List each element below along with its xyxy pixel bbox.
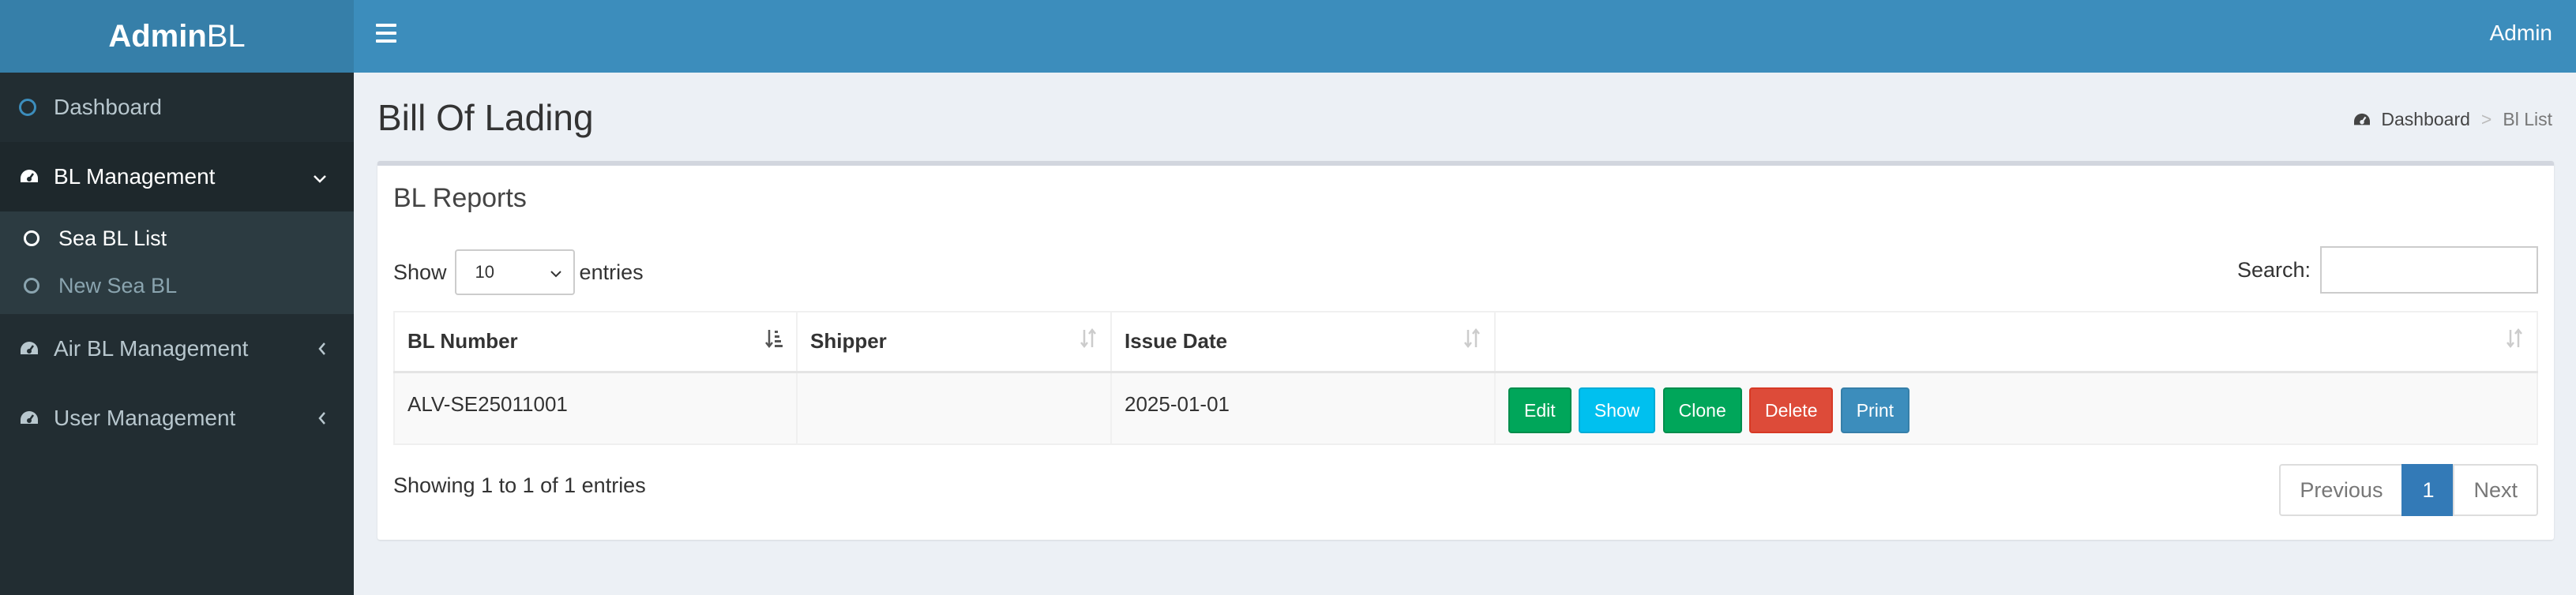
delete-button[interactable]: Delete (1749, 387, 1834, 433)
bl-table: BL Number Shipper Issue Date ALV-SE25011… (393, 311, 2538, 445)
subitem-label: New Sea BL (58, 273, 178, 298)
chevron-left-icon (317, 336, 327, 361)
dashboard-icon (19, 340, 54, 357)
cell-shipper (796, 371, 1112, 445)
box-title: BL Reports (393, 183, 527, 213)
content-header: Bill Of Lading Dashboard > Bl List (354, 73, 2576, 161)
cell-bl-number: ALV-SE25011001 (393, 371, 798, 445)
column-header-actions[interactable] (1494, 311, 2538, 373)
clone-button[interactable]: Clone (1662, 387, 1742, 433)
sidebar-item-air-bl-management[interactable]: Air BL Management (0, 314, 354, 384)
show-button[interactable]: Show (1578, 387, 1656, 433)
sidebar: Admin BL Dashboard BL Management Sea BL L… (0, 0, 354, 595)
search-input[interactable] (2320, 246, 2538, 294)
column-header-bl-number[interactable]: BL Number (393, 311, 798, 373)
cell-issue-date: 2025-01-01 (1110, 371, 1496, 445)
search-label: Search: (2236, 257, 2311, 282)
show-label: Show (393, 260, 447, 284)
hamburger-menu-icon[interactable] (376, 24, 396, 43)
print-button[interactable]: Print (1840, 387, 1910, 433)
sidebar-item-label: Air BL Management (54, 336, 249, 361)
breadcrumb: Dashboard > Bl List (2353, 109, 2552, 130)
sidebar-item-label: BL Management (54, 164, 216, 189)
sort-icon (2505, 327, 2524, 355)
search-control: Search: (2237, 246, 2538, 294)
entries-select-value: 10 (475, 262, 495, 282)
brand-light: BL (206, 18, 246, 54)
bl-submenu: Sea BL List New Sea BL (0, 211, 354, 314)
sidebar-subitem-new-sea-bl[interactable]: New Sea BL (0, 262, 354, 309)
breadcrumb-home-link[interactable]: Dashboard (2381, 109, 2470, 130)
table-header-row: BL Number Shipper Issue Date (393, 311, 2538, 373)
user-menu[interactable]: Admin (2490, 21, 2552, 46)
page-title: Bill Of Lading (377, 97, 594, 138)
sort-asc-icon (764, 328, 783, 355)
table-info: Showing 1 to 1 of 1 entries (393, 473, 646, 497)
subitem-label: Sea BL List (58, 226, 167, 250)
table-row: ALV-SE25011001 2025-01-01 Edit Show Clon… (393, 371, 2538, 445)
entries-length-control: Show 10 entries (393, 249, 644, 295)
sidebar-item-bl-management[interactable]: BL Management (0, 142, 354, 211)
circle-icon (24, 230, 39, 246)
entries-select[interactable]: 10 (454, 249, 575, 295)
cell-actions: Edit Show Clone Delete Print (1494, 371, 2538, 445)
circle-icon (19, 99, 36, 116)
brand-logo[interactable]: Admin BL (0, 0, 354, 73)
dashboard-icon (19, 168, 54, 185)
top-navbar: Admin (354, 0, 2576, 73)
sidebar-item-label: Dashboard (54, 95, 162, 119)
sidebar-item-dashboard[interactable]: Dashboard (0, 73, 354, 142)
dashboard-icon (2353, 112, 2371, 128)
chevron-down-icon (550, 262, 562, 283)
circle-icon (24, 278, 39, 294)
sidebar-item-label: User Management (54, 406, 236, 430)
sort-icon (1463, 327, 1481, 355)
brand-bold: Admin (108, 18, 207, 54)
pagination-page-1[interactable]: 1 (2401, 464, 2455, 516)
column-header-shipper[interactable]: Shipper (796, 311, 1112, 373)
chevron-left-icon (317, 406, 327, 431)
breadcrumb-current: Bl List (2503, 109, 2552, 129)
pagination: Previous 1 Next (2279, 464, 2538, 516)
sidebar-item-user-management[interactable]: User Management (0, 384, 354, 453)
column-header-issue-date[interactable]: Issue Date (1110, 311, 1496, 373)
chevron-down-icon (313, 164, 327, 189)
edit-button[interactable]: Edit (1508, 387, 1572, 433)
pagination-next[interactable]: Next (2453, 464, 2538, 516)
entries-label: entries (579, 260, 644, 284)
sort-icon (1079, 327, 1098, 355)
breadcrumb-separator: > (2480, 109, 2492, 129)
bl-reports-box: BL Reports Show 10 entries Search: BL Nu… (377, 161, 2554, 540)
dashboard-icon (19, 410, 54, 427)
sidebar-subitem-sea-bl-list[interactable]: Sea BL List (0, 215, 354, 262)
pagination-previous[interactable]: Previous (2279, 464, 2404, 516)
